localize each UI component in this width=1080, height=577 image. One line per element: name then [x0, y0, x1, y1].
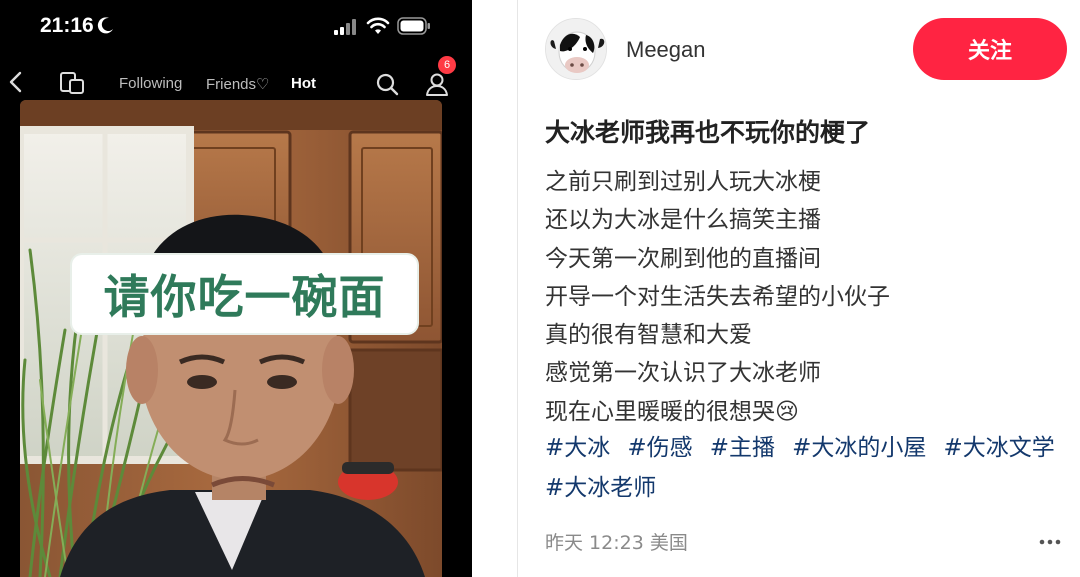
tab-following[interactable]: Following [119, 75, 182, 92]
post-line: 现在心里暖暖的很想哭😢 [545, 398, 799, 425]
search-icon[interactable] [375, 72, 399, 96]
notification-badge: 6 [438, 56, 456, 74]
avatar[interactable] [545, 18, 607, 80]
battery-icon [397, 17, 430, 35]
hashtag-link[interactable]: #大冰老师 [545, 475, 656, 501]
post-title: 大冰老师我再也不玩你的梗了 [545, 118, 871, 147]
tab-hot[interactable]: Hot [291, 75, 316, 92]
wifi-icon [366, 17, 390, 34]
status-bar: 21:16 [0, 0, 472, 56]
moon-icon [97, 17, 113, 34]
post-line: 之前只刷到过别人玩大冰梗 [545, 169, 821, 195]
post-body: 之前只刷到过别人玩大冰梗 还以为大冰是什么搞笑主播 今天第一次刷到他的直播间 开… [545, 163, 1070, 431]
video-scene [20, 100, 442, 577]
profile-icon[interactable] [424, 71, 450, 97]
hashtag-link[interactable]: #主播 [710, 435, 775, 461]
post-line: 开导一个对生活失去希望的小伙子 [545, 283, 890, 310]
post-line: 今天第一次刷到他的直播间 [545, 245, 821, 272]
status-time: 21:16 [40, 14, 94, 37]
hashtag-link[interactable]: #大冰文学 [944, 435, 1055, 461]
post-meta: 昨天 12:23 美国 [545, 532, 688, 554]
video-frame[interactable]: 请你吃一碗面 [20, 100, 442, 577]
hashtag-link[interactable]: #伤感 [627, 435, 692, 461]
square-icon[interactable] [58, 70, 86, 96]
signal-icon [334, 19, 356, 35]
hashtag-list: #大冰 #伤感 #主播 #大冰的小屋 #大冰文学 #大冰老师 [545, 429, 1070, 510]
post-panel: Meegan 关注 大冰老师我再也不玩你的梗了 之前只刷到过别人玩大冰梗 还以为… [518, 0, 1080, 577]
video-caption-text: 请你吃一碗面 [103, 270, 386, 324]
more-icon[interactable] [1038, 538, 1062, 546]
top-nav: Following Friends♡ Hot [0, 58, 472, 102]
post-line: 还以为大冰是什么搞笑主播 [545, 207, 821, 234]
post-line: 感觉第一次认识了大冰老师 [545, 360, 821, 387]
back-icon[interactable] [6, 70, 26, 94]
author-name[interactable]: Meegan [626, 37, 706, 63]
post-line: 真的很有智慧和大爱 [545, 322, 752, 349]
hashtag-link[interactable]: #大冰 [545, 435, 610, 461]
tab-friends[interactable]: Friends♡ [206, 75, 269, 93]
video-caption: 请你吃一碗面 [72, 255, 417, 333]
follow-button[interactable]: 关注 [913, 18, 1067, 80]
phone-screenshot: 21:16 Following Friends♡ Hot 6 请你吃一碗面 [0, 0, 472, 577]
hashtag-link[interactable]: #大冰的小屋 [792, 435, 926, 461]
cow-avatar-icon [546, 19, 606, 79]
